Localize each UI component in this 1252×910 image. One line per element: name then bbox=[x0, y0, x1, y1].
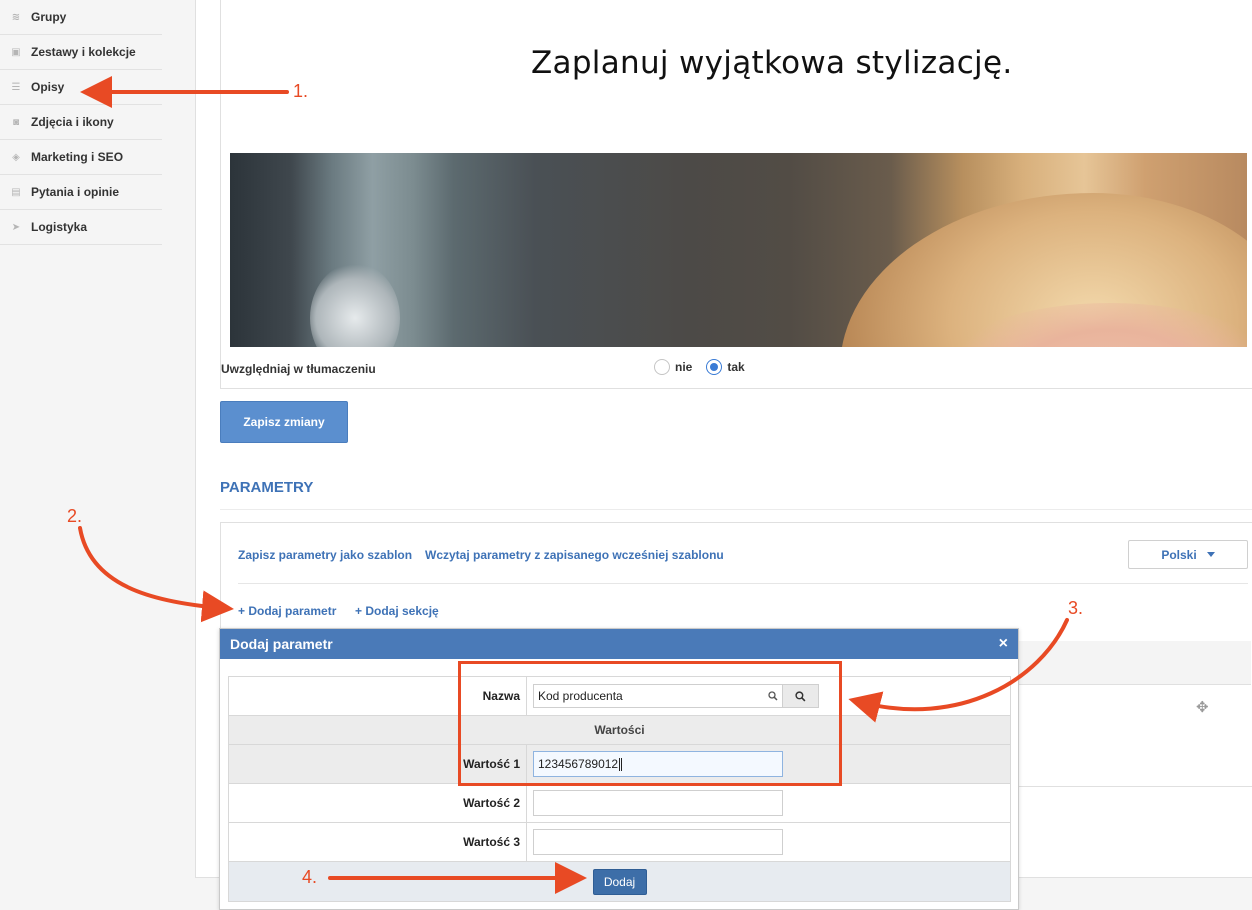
sidebar-item-descriptions[interactable]: ☰ Opisy bbox=[0, 70, 162, 105]
load-template-link[interactable]: Wczytaj parametry z zapisanego wcześniej… bbox=[425, 548, 724, 562]
add-section-link[interactable]: + Dodaj sekcję bbox=[355, 604, 439, 618]
value3-label: Wartość 3 bbox=[228, 822, 527, 862]
move-icon[interactable]: ✥ bbox=[1196, 698, 1209, 716]
sidebar-item-label: Logistyka bbox=[31, 220, 88, 234]
text-lines-icon: ☰ bbox=[11, 81, 21, 93]
sidebar-item-sets[interactable]: ▣ Zestawy i kolekcje bbox=[0, 35, 162, 70]
save-changes-button[interactable]: Zapisz zmiany bbox=[220, 401, 348, 443]
params-table-fragment bbox=[1011, 641, 1251, 727]
sidebar-item-label: Pytania i opinie bbox=[31, 185, 120, 199]
sidebar-item-questions[interactable]: ▤ Pytania i opinie bbox=[0, 175, 162, 210]
chevron-down-icon bbox=[1206, 552, 1215, 557]
chat-icon: ▤ bbox=[11, 186, 21, 198]
layers-icon: ≋ bbox=[11, 11, 21, 23]
value2-row: Wartość 2 bbox=[228, 783, 1011, 823]
params-title: PARAMETRY bbox=[220, 479, 314, 496]
description-hero-image bbox=[230, 153, 1247, 347]
value2-input[interactable] bbox=[533, 790, 783, 816]
value2-label: Wartość 2 bbox=[228, 783, 527, 823]
sidebar-item-groups[interactable]: ≋ Grupy bbox=[0, 0, 162, 35]
translation-label: Uwzględniaj w tłumaczeniu bbox=[221, 362, 376, 376]
sidebar: ≋ Grupy ▣ Zestawy i kolekcje ☰ Opisy ◙ Z… bbox=[0, 0, 162, 245]
megaphone-icon: ◈ bbox=[12, 151, 20, 163]
collection-icon: ▣ bbox=[11, 46, 21, 58]
sidebar-item-label: Zdjęcia i ikony bbox=[31, 115, 114, 129]
add-parameter-link[interactable]: + Dodaj parametr bbox=[238, 604, 336, 618]
radio-no-label: nie bbox=[675, 360, 693, 374]
sidebar-item-logistics[interactable]: ➤ Logistyka bbox=[0, 210, 162, 245]
highlight-box bbox=[458, 661, 842, 786]
sidebar-item-label: Zestawy i kolekcje bbox=[31, 45, 136, 59]
step-3-label: 3. bbox=[1068, 598, 1084, 618]
close-icon[interactable]: × bbox=[999, 635, 1008, 653]
send-icon: ➤ bbox=[11, 221, 21, 233]
divider bbox=[220, 509, 1252, 510]
modal-title: Dodaj parametr bbox=[230, 636, 333, 652]
language-value: Polski bbox=[1161, 547, 1197, 562]
translation-radio-group: nie tak bbox=[654, 359, 759, 375]
translation-option-no[interactable]: nie bbox=[654, 359, 692, 375]
sidebar-item-marketing[interactable]: ◈ Marketing i SEO bbox=[0, 140, 162, 175]
camera-icon: ◙ bbox=[12, 116, 20, 128]
radio-no[interactable] bbox=[654, 359, 670, 375]
sidebar-item-photos[interactable]: ◙ Zdjęcia i ikony bbox=[0, 105, 162, 140]
divider bbox=[238, 583, 1248, 584]
add-button[interactable]: Dodaj bbox=[592, 868, 647, 895]
sidebar-item-label: Marketing i SEO bbox=[31, 150, 124, 164]
value3-input[interactable] bbox=[533, 829, 783, 855]
radio-yes-label: tak bbox=[727, 360, 745, 374]
value3-row: Wartość 3 bbox=[228, 822, 1011, 862]
step-2-label: 2. bbox=[67, 506, 83, 526]
description-headline: Zaplanuj wyjątkowa stylizację. bbox=[531, 45, 1013, 81]
sidebar-item-label: Grupy bbox=[31, 10, 67, 24]
language-dropdown[interactable]: Polski bbox=[1128, 540, 1248, 569]
step-4-label: 4. bbox=[302, 867, 318, 887]
translation-option-yes[interactable]: tak bbox=[706, 359, 745, 375]
sidebar-item-label: Opisy bbox=[31, 80, 65, 94]
description-preview: Zaplanuj wyjątkowa stylizację. bbox=[220, 0, 1252, 389]
step-1-label: 1. bbox=[293, 81, 309, 101]
radio-yes[interactable] bbox=[706, 359, 723, 375]
modal-footer-row: Dodaj bbox=[228, 861, 1011, 902]
save-template-link[interactable]: Zapisz parametry jako szablon bbox=[238, 548, 412, 562]
modal-header: Dodaj parametr × bbox=[220, 629, 1018, 659]
